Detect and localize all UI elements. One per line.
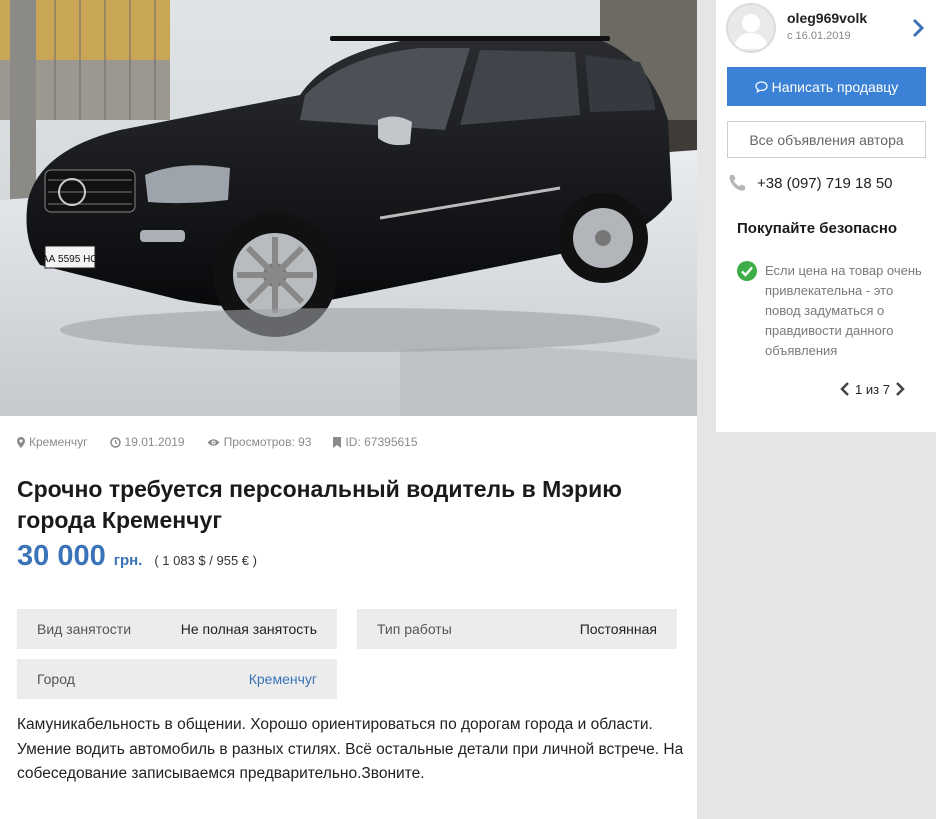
- param-city: Город Кременчуг: [17, 659, 337, 699]
- price-converted: ( 1 083 $ / 955 € ): [154, 553, 257, 568]
- all-ads-button[interactable]: Все объявления автора: [727, 121, 926, 158]
- safety-tip: Если цена на товар очень привлекательна …: [765, 263, 922, 358]
- price-value: 30 000: [17, 540, 106, 572]
- clock-icon: [109, 436, 121, 448]
- param-value: Не полная занятость: [180, 621, 317, 637]
- chevron-right-icon[interactable]: [912, 18, 925, 43]
- param-key: Вид занятости: [37, 621, 132, 637]
- seller-panel: oleg969volk с 16.01.2019 Написать продав…: [716, 0, 936, 432]
- listing-photo[interactable]: АА 5595 НО: [0, 0, 697, 416]
- meta-date-text: 19.01.2019: [124, 435, 185, 449]
- meta-location: Кременчуг: [17, 435, 88, 449]
- safety-title: Покупайте безопасно: [737, 220, 898, 237]
- write-seller-button[interactable]: Написать продавцу: [727, 67, 926, 106]
- param-employment: Вид занятости Не полная занятость: [17, 609, 337, 649]
- write-seller-label: Написать продавцу: [771, 78, 899, 95]
- param-key: Город: [37, 671, 75, 687]
- pager-of: из: [865, 381, 880, 397]
- chevron-left-icon[interactable]: [840, 381, 850, 397]
- pager-current: 1: [855, 381, 863, 397]
- meta-views-text: Просмотров: 93: [223, 435, 312, 449]
- phone-icon: [727, 173, 747, 193]
- param-value: Постоянная: [579, 621, 657, 637]
- license-plate-text: АА 5595 НО: [42, 254, 98, 265]
- pager-total: 7: [882, 381, 890, 397]
- price-row: 30 000 грн. ( 1 083 $ / 955 € ): [17, 540, 257, 573]
- meta-id-text: ID: 67395615: [345, 435, 418, 449]
- param-key: Тип работы: [377, 621, 452, 637]
- price-currency: грн.: [113, 552, 143, 569]
- meta-views: Просмотров: 93: [207, 435, 312, 449]
- check-circle-icon: [737, 261, 757, 286]
- meta-date: 19.01.2019: [109, 435, 185, 449]
- seller-username[interactable]: oleg969volk: [787, 10, 867, 26]
- listing-meta: Кременчуг 19.01.2019 Просмотров: 93 ID: …: [17, 434, 440, 450]
- param-city-link[interactable]: Кременчуг: [249, 671, 317, 687]
- bookmark-icon: [333, 436, 342, 448]
- listing-main: АА 5595 НО Кременчуг 19.01.2019 Просмотр…: [0, 0, 697, 819]
- seller-phone[interactable]: +38 (097) 719 18 50: [727, 173, 893, 193]
- avatar[interactable]: [726, 3, 776, 53]
- pager-text: 1 из 7: [855, 382, 890, 397]
- safety-pager: 1 из 7: [840, 381, 905, 397]
- seller-phone-text: +38 (097) 719 18 50: [757, 174, 893, 192]
- listing-description: Камуникабельность в общении. Хорошо орие…: [17, 716, 684, 782]
- eye-icon: [207, 438, 220, 447]
- map-marker-icon: [17, 436, 25, 448]
- chat-bubble-icon: [755, 80, 768, 93]
- meta-id: ID: 67395615: [333, 435, 418, 449]
- seller-since: с 16.01.2019: [787, 30, 851, 42]
- param-work-type: Тип работы Постоянная: [357, 609, 677, 649]
- meta-location-text: Кременчуг: [29, 435, 88, 449]
- user-icon: [734, 14, 768, 49]
- chevron-right-icon[interactable]: [895, 381, 905, 397]
- car-photo-icon: АА 5595 НО: [0, 0, 697, 416]
- listing-title: Срочно требуется персональный водитель в…: [17, 476, 622, 533]
